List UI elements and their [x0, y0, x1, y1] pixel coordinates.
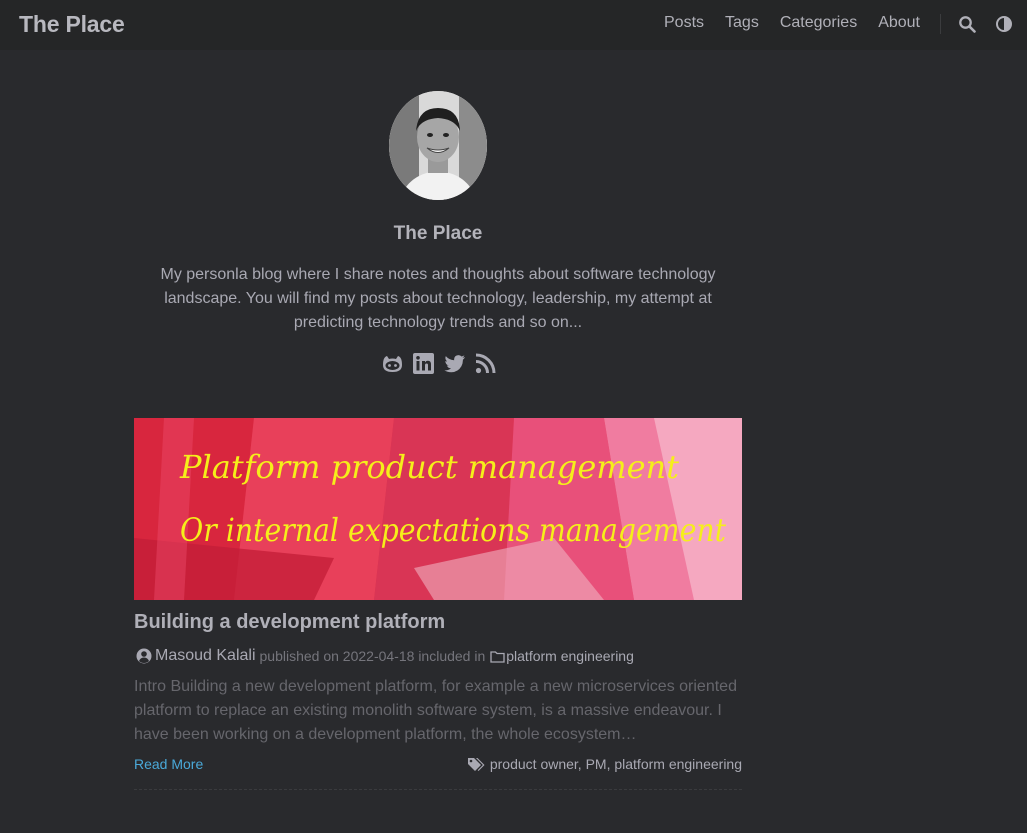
- post-title-link[interactable]: Building a development platform: [134, 611, 445, 634]
- main-nav: Posts Tags Categories About: [643, 14, 920, 32]
- post-author[interactable]: Masoud Kalali: [155, 647, 256, 665]
- folder-icon: [490, 650, 505, 663]
- nav-divider: [940, 14, 941, 34]
- nav-about[interactable]: About: [878, 14, 920, 32]
- profile-avatar: [389, 91, 487, 200]
- post-tags: product owner, PM, platform engineering: [467, 756, 742, 772]
- linkedin-icon[interactable]: [412, 352, 435, 375]
- post-meta: Masoud Kalali published on 2022-04-18 in…: [134, 647, 634, 665]
- read-more-link[interactable]: Read More: [134, 756, 203, 772]
- social-links: [381, 352, 497, 375]
- nav-tags[interactable]: Tags: [725, 14, 759, 32]
- post-category-link[interactable]: platform engineering: [506, 648, 634, 664]
- published-label: published on: [259, 648, 339, 664]
- included-label: included in: [418, 648, 486, 664]
- post-cover-image[interactable]: Platform product management Or internal …: [134, 418, 742, 600]
- site-header: The Place Posts Tags Categories About: [0, 0, 1027, 50]
- post-divider: [134, 789, 742, 790]
- site-title-link[interactable]: The Place: [19, 11, 125, 38]
- profile-description: My personla blog where I share notes and…: [160, 266, 716, 331]
- cover-text-line2: Or internal expectations management: [180, 511, 726, 549]
- user-circle-icon: [136, 648, 152, 664]
- github-icon[interactable]: [381, 352, 404, 375]
- theme-toggle-icon[interactable]: [995, 15, 1013, 33]
- nav-posts[interactable]: Posts: [664, 14, 704, 32]
- post-date: 2022-04-18: [342, 648, 415, 664]
- tags-icon: [467, 757, 485, 771]
- twitter-icon[interactable]: [443, 352, 466, 375]
- search-icon[interactable]: [958, 15, 976, 33]
- nav-categories[interactable]: Categories: [780, 14, 857, 32]
- profile-name: The Place: [393, 223, 483, 244]
- rss-icon[interactable]: [474, 352, 497, 375]
- cover-text-line1: Platform product management: [179, 448, 679, 486]
- post-tags-list[interactable]: product owner, PM, platform engineering: [490, 756, 742, 772]
- post-excerpt: Intro Building a new development platfor…: [134, 678, 737, 743]
